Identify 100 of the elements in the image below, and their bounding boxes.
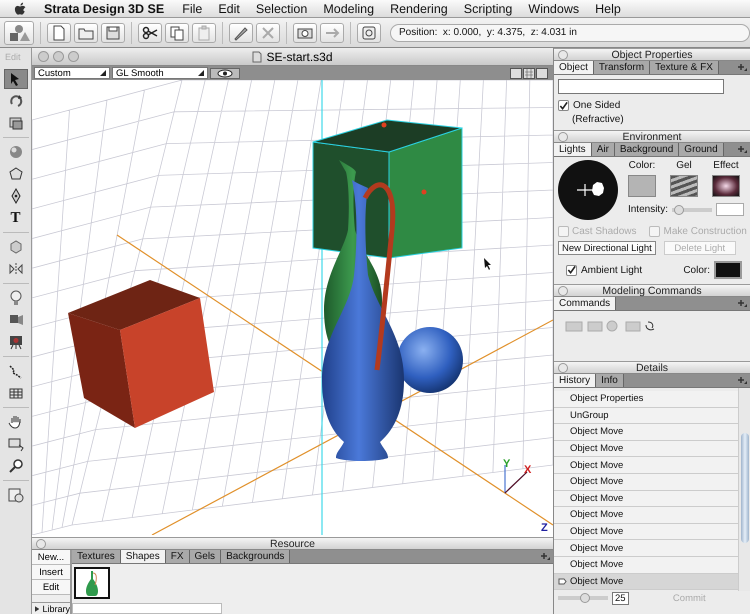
checkbox[interactable] [566,264,577,276]
shape-thumbnail[interactable] [74,567,110,599]
history-item[interactable]: Object Move [554,424,738,441]
checkbox-label: Cast Shadows [572,226,636,237]
panel-tab[interactable]: Texture & FX [650,61,719,74]
panel-tab[interactable]: Shapes [120,550,166,563]
menu-item[interactable]: File [174,2,210,16]
plus-icon[interactable] [737,63,747,72]
zoom-icon [6,457,24,475]
menu-item[interactable]: Help [587,2,629,16]
scissors-button[interactable] [138,22,162,42]
panel-tab[interactable]: Gels [190,550,222,563]
resource-button[interactable]: New... [32,550,70,565]
effect-swatch[interactable] [712,175,740,197]
history-item[interactable]: Object Move [554,524,738,540]
history-item[interactable]: Object Properties [554,391,738,408]
panel-tab[interactable]: Commands [554,297,616,310]
axis-label: X [524,464,532,476]
menu-item[interactable]: Windows [520,2,588,16]
box-drawing[interactable] [68,280,214,428]
history-item[interactable]: Object Move [554,490,738,508]
checkbox-label: One Sided [573,100,620,111]
brush-button[interactable] [229,22,253,42]
window-title: SE-start.s3d [266,50,333,64]
light-position-icon [576,182,604,198]
history-item[interactable]: Object Move [554,440,738,458]
scrollbar[interactable] [738,388,750,591]
clipboard-button[interactable] [192,22,216,42]
panel-title: Environment [622,130,682,142]
panel-tab[interactable]: Info [596,374,624,387]
plus-icon[interactable] [737,145,747,154]
axis-label: Z [541,522,548,534]
library-disclosure[interactable]: Library [32,602,70,614]
eye-icon[interactable] [210,68,240,78]
sphere-drawing[interactable] [397,327,463,393]
menu-item[interactable]: Selection [248,2,316,16]
history-item[interactable]: Object Move [554,474,738,491]
checkbox[interactable] [558,100,569,111]
render-mode-dropdown[interactable]: GL Smooth [112,67,208,79]
slider-thumb[interactable] [674,204,684,214]
collapse-button[interactable] [558,132,568,142]
view-options-icon[interactable] [510,68,550,78]
panel-tab[interactable]: Backgrounds [221,550,290,563]
collapse-button[interactable] [558,50,568,60]
panel-tab[interactable]: Lights [554,143,592,156]
page-button[interactable] [47,22,71,42]
panel-tab[interactable]: Object [554,61,594,74]
gel-swatch[interactable] [670,175,698,197]
folder-button[interactable] [74,22,98,42]
plus-icon[interactable] [737,376,747,385]
library-path-field[interactable] [72,603,222,614]
field-label: Color: [683,264,710,276]
collapse-button[interactable] [558,362,568,372]
note-text: (Refractive) [572,114,624,125]
history-item[interactable]: Object Move [554,574,738,590]
apple-logo-icon[interactable] [14,2,28,16]
vases-drawing[interactable] [322,160,404,461]
collapse-button[interactable] [36,538,46,548]
3d-viewport[interactable]: Y X Z [32,80,553,537]
collapse-button[interactable] [558,286,568,296]
shapes-button[interactable] [4,20,34,44]
steps-field[interactable]: 25 [612,592,629,604]
checkbox-label: Make Construction [663,226,747,237]
history-item[interactable]: Object Move [554,540,738,557]
camera-dropdown[interactable]: Custom [34,67,110,79]
copy-button[interactable] [165,22,189,42]
menu-item[interactable]: Rendering [382,2,456,16]
panel-tab[interactable]: History [554,374,596,387]
resource-button[interactable]: Edit [32,580,70,595]
history-item[interactable]: UnGroup [554,408,738,424]
cube-drawing[interactable] [312,120,462,259]
resource-button[interactable]: Insert [32,565,70,580]
tool-button[interactable] [4,69,28,89]
menu-item[interactable]: Scripting [456,2,520,16]
slider-thumb[interactable] [580,593,590,603]
disk-button[interactable] [357,22,381,42]
copy-icon [168,24,186,42]
panel-tab[interactable]: Transform [594,61,650,74]
history-item[interactable]: Object Move [554,507,738,524]
text-tool[interactable]: T [4,208,28,228]
history-item[interactable]: Object Move [554,556,738,574]
name-field[interactable] [558,79,724,94]
panel-tab[interactable]: FX [166,550,190,563]
history-item[interactable]: Object Move [554,457,738,474]
intensity-field[interactable] [716,203,744,216]
camera-button[interactable] [293,22,317,42]
panel-tab[interactable]: Ground [679,143,724,156]
floppy-disk-button[interactable] [101,22,125,42]
plus-icon[interactable] [737,299,747,308]
panel-tab[interactable]: Background [614,143,680,156]
light-color-swatch[interactable] [628,175,656,197]
plus-icon[interactable] [540,552,550,561]
ambient-color-swatch[interactable] [714,261,742,279]
new-light-button[interactable]: New Directional Light [558,241,656,255]
panel-tab[interactable]: Air [592,143,615,156]
panel-tab[interactable]: Textures [72,550,121,563]
app-name[interactable]: Strata Design 3D SE [36,2,174,16]
menu-item[interactable]: Edit [210,2,248,16]
position-readout: Position: x: 0.000, y: 4.375, z: 4.031 in [390,24,750,42]
menu-item[interactable]: Modeling [315,2,382,16]
